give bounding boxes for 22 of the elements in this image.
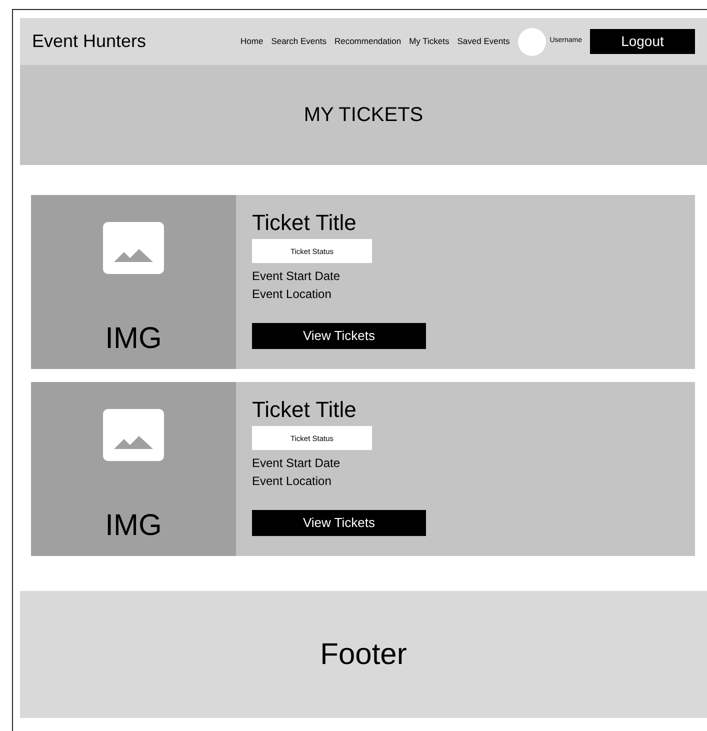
image-icon [103,222,164,274]
image-icon [103,409,164,461]
logout-button[interactable]: Logout [590,29,695,54]
avatar-icon [518,28,546,56]
footer-label: Footer [320,637,407,673]
ticket-title: Ticket Title [252,398,358,422]
nav-link[interactable]: Saved Events [457,35,510,48]
nav-link[interactable]: My Tickets [409,35,450,48]
nav-link[interactable]: Home [240,35,264,48]
event-location: Event Location [252,286,332,304]
event-start-date: Event Start Date [252,268,342,286]
nav-link[interactable]: Recommendation [334,35,402,48]
view-tickets-button[interactable]: View Tickets [252,323,426,350]
event-location: Event Location [252,473,332,490]
image-label: IMG [105,508,162,544]
nav-link[interactable]: Search Events [271,35,326,48]
page-title: MY TICKETS [304,103,424,128]
image-label: IMG [105,321,162,357]
ticket-title: Ticket Title [252,211,358,236]
view-tickets-button[interactable]: View Tickets [252,510,426,536]
brand-title: Event Hunters [32,30,146,53]
event-start-date: Event Start Date [252,455,342,472]
